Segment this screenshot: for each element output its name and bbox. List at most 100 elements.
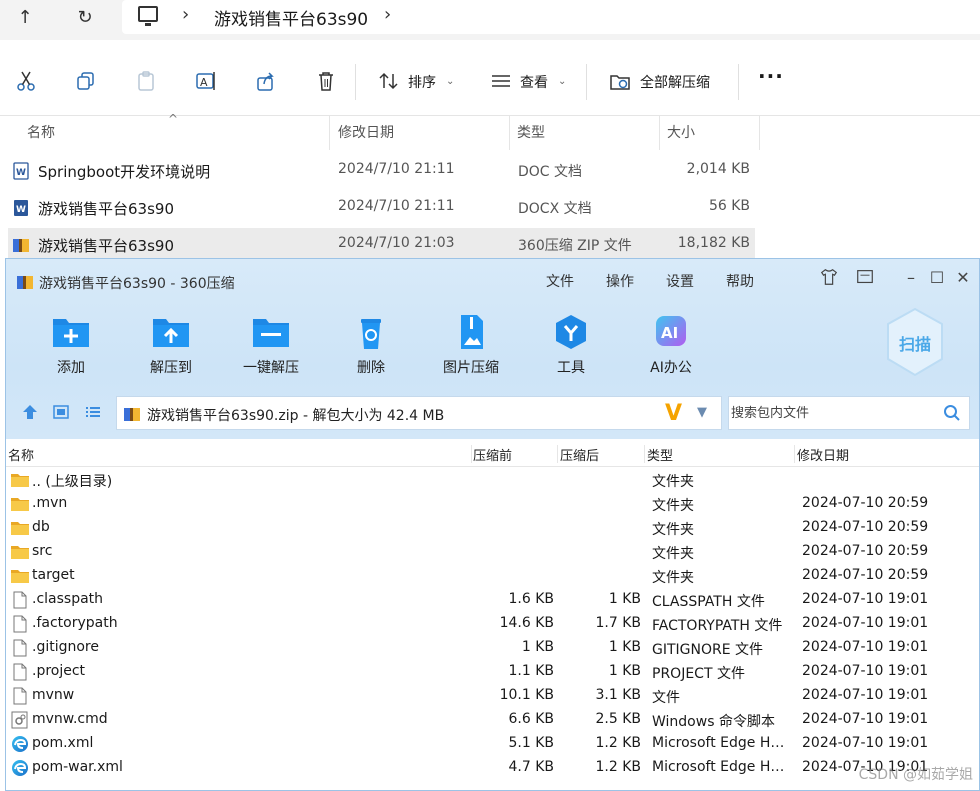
skin-shirt-icon[interactable] [818, 267, 840, 289]
column-divider[interactable] [557, 445, 558, 463]
entry-modified: 2024-07-10 19:01 [802, 711, 929, 727]
entry-size-after: 1 KB [608, 663, 641, 679]
extract-all-button[interactable]: 全部解压缩 [640, 72, 710, 92]
column-divider[interactable] [659, 116, 660, 150]
column-divider[interactable] [329, 116, 330, 150]
image-compress-button[interactable]: 图片压缩 [426, 307, 516, 379]
archive-file-row[interactable]: pom.xml 5.1 KB 1.2 KB Microsoft Edge HT... 2… [6, 732, 979, 756]
file-size: 2,014 KB [686, 161, 750, 177]
archive-file-row[interactable]: pom-war.xml 4.7 KB 1.2 KB Microsoft Edge HT… [6, 756, 979, 780]
one-click-extract-button[interactable]: 一键解压 [226, 307, 316, 379]
share-icon[interactable] [255, 70, 277, 92]
up-arrow-icon[interactable]: ↑ [10, 6, 40, 30]
archive-folder-row[interactable]: .. (上级目录) 文件夹 [6, 468, 979, 492]
view-icon[interactable] [490, 70, 512, 92]
sort-icon[interactable] [378, 70, 400, 92]
archive-file-row[interactable]: .factorypath 14.6 KB 1.7 KB FACTORYPATH 文件 2… [6, 612, 979, 636]
add-button[interactable]: 添加 [26, 307, 116, 379]
column-divider[interactable] [509, 116, 510, 150]
refresh-icon[interactable]: ↻ [70, 6, 100, 30]
entry-name: .. (上级目录) [32, 474, 113, 490]
column-before[interactable]: 压缩前 [473, 445, 512, 464]
entry-name: .mvn [32, 495, 68, 511]
address-bar[interactable]: › 游戏销售平台63s90 › [122, 0, 980, 34]
chevron-right-icon[interactable]: › [182, 4, 189, 25]
archive-folder-row[interactable]: target 文件夹 2024-07-10 20:59 [6, 564, 979, 588]
archive-file-row[interactable]: mvnw 10.1 KB 3.1 KB 文件 2024-07-10 19:01 [6, 684, 979, 708]
more-options-button[interactable]: ··· [758, 64, 784, 88]
tools-icon [556, 315, 586, 349]
close-icon[interactable]: ✕ [952, 267, 974, 289]
chevron-down-icon[interactable]: ⌄ [558, 76, 566, 87]
breadcrumb-folder[interactable]: 游戏销售平台63s90 [214, 5, 368, 30]
entry-name: mvnw [32, 687, 75, 703]
archive-file-row[interactable]: mvnw.cmd 6.6 KB 2.5 KB Windows 命令脚本 2024-07-… [6, 708, 979, 732]
sort-button[interactable]: 排序 [408, 72, 436, 92]
column-size[interactable]: 大小 [667, 122, 695, 142]
menu-operate[interactable]: 操作 [606, 271, 634, 291]
list-view-icon[interactable] [84, 403, 102, 421]
computer-icon[interactable] [138, 6, 158, 26]
chevron-right-icon[interactable]: › [384, 4, 391, 25]
search-icon[interactable] [943, 404, 961, 422]
up-directory-icon[interactable] [21, 403, 39, 421]
menu-settings[interactable]: 设置 [666, 271, 694, 291]
archive-path-field[interactable]: 游戏销售平台63s90.zip - 解包大小为 42.4 MB V ▼ [116, 396, 722, 430]
delete-button[interactable]: 删除 [326, 307, 416, 379]
archive-folder-row[interactable]: db 文件夹 2024-07-10 20:59 [6, 516, 979, 540]
maximize-icon[interactable]: ☐ [926, 267, 948, 289]
archive-file-row[interactable]: .project 1.1 KB 1 KB PROJECT 文件 2024-07-10 1… [6, 660, 979, 684]
toolbar-divider [586, 64, 587, 100]
archive-file-row[interactable]: .gitignore 1 KB 1 KB GITIGNORE 文件 2024-07-10… [6, 636, 979, 660]
extract-all-icon[interactable] [609, 70, 631, 92]
column-name[interactable]: 名称 [8, 445, 34, 464]
archive-search-input[interactable] [731, 401, 931, 425]
view-button[interactable]: 查看 [520, 72, 548, 92]
delete-icon[interactable] [315, 70, 337, 92]
archive-file-row[interactable]: .classpath 1.6 KB 1 KB CLASSPATH 文件 2024-07-… [6, 588, 979, 612]
menu-file[interactable]: 文件 [546, 271, 574, 291]
entry-size-after: 1.2 KB [595, 735, 642, 751]
thumbnail-view-icon[interactable] [52, 403, 70, 421]
tools-button[interactable]: 工具 [526, 307, 616, 379]
svg-text:W: W [16, 205, 26, 215]
column-type[interactable]: 类型 [647, 445, 673, 464]
archive-search-box[interactable] [728, 396, 970, 430]
scan-label: 扫描 [898, 335, 931, 354]
entry-type: PROJECT 文件 [652, 666, 745, 682]
cut-icon[interactable] [15, 70, 37, 92]
v-logo-icon[interactable]: V [665, 401, 682, 426]
column-type[interactable]: 类型 [517, 122, 545, 142]
archive-folder-row[interactable]: src 文件夹 2024-07-10 20:59 [6, 540, 979, 564]
column-name[interactable]: 名称 [27, 122, 55, 142]
column-divider[interactable] [759, 116, 760, 150]
feedback-icon[interactable] [854, 267, 876, 289]
entry-size-after: 1.2 KB [595, 759, 642, 775]
entry-size-before: 1.1 KB [508, 663, 555, 679]
file-row-selected[interactable]: 游戏销售平台63s90 2024/7/10 21:03 360压缩 ZIP 文件… [8, 228, 755, 262]
menu-help[interactable]: 帮助 [726, 271, 754, 291]
column-divider[interactable] [471, 445, 472, 463]
folder-icon [10, 543, 30, 561]
column-divider[interactable] [794, 445, 795, 463]
column-divider[interactable] [644, 445, 645, 463]
column-after[interactable]: 压缩后 [560, 445, 599, 464]
entry-type: 文件夹 [652, 474, 694, 490]
zip-archive-icon [124, 408, 140, 421]
copy-icon[interactable] [75, 70, 97, 92]
entry-type: 文件夹 [652, 546, 694, 562]
extract-to-button[interactable]: 解压到 [126, 307, 216, 379]
chevron-down-icon[interactable]: ⌄ [446, 76, 454, 87]
minimize-icon[interactable]: – [900, 267, 922, 289]
rename-icon[interactable]: A [195, 70, 217, 92]
file-row[interactable]: W 游戏销售平台63s90 2024/7/10 21:11 DOCX 文档 56… [8, 191, 755, 225]
scan-button[interactable]: 扫描 [884, 307, 946, 377]
entry-size-before: 6.6 KB [508, 711, 555, 727]
file-row[interactable]: W Springboot开发环境说明 2024/7/10 21:11 DOC 文… [8, 154, 755, 188]
paste-icon[interactable] [135, 70, 157, 92]
dropdown-arrow-icon[interactable]: ▼ [697, 405, 707, 420]
column-modified[interactable]: 修改日期 [797, 445, 849, 464]
ai-office-button[interactable]: AI AI办公 [626, 307, 716, 379]
archive-folder-row[interactable]: .mvn 文件夹 2024-07-10 20:59 [6, 492, 979, 516]
column-modified[interactable]: 修改日期 [338, 122, 394, 142]
